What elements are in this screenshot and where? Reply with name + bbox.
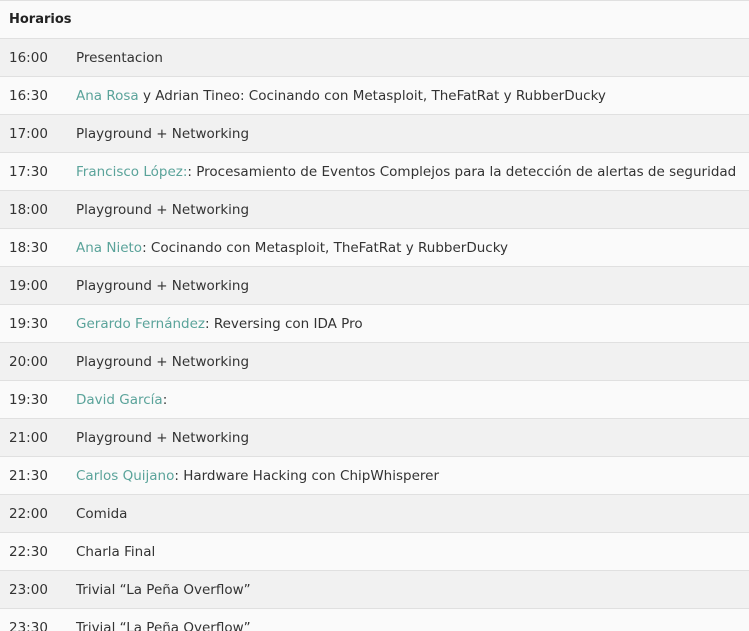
talk-text: : Hardware Hacking con ChipWhisperer [174, 467, 440, 484]
row-time: 16:30 [0, 76, 67, 115]
talk-text: Playground + Networking [76, 201, 250, 218]
table-row: 18:30 Ana Nieto: Cocinando con Metasploit… [0, 228, 749, 267]
row-time: 21:30 [0, 456, 67, 495]
talk-text: : [162, 391, 168, 408]
row-time: 20:00 [0, 342, 67, 381]
talk-text: Charla Final [76, 543, 156, 560]
row-time: 18:00 [0, 190, 67, 229]
speaker-link[interactable]: Francisco López: [76, 164, 187, 180]
talk-text: Playground + Networking [76, 429, 250, 446]
row-time: 22:00 [0, 494, 67, 533]
talk-text: Playground + Networking [76, 277, 250, 294]
row-talk: Charla Final [67, 532, 749, 571]
schedule-title: Horarios [0, 0, 749, 39]
table-row: 22:00 Comida [0, 494, 749, 533]
speaker-link[interactable]: David García [76, 392, 163, 408]
talk-text: y Adrian Tineo: Cocinando con Metasploit… [138, 87, 606, 104]
schedule-body: 16:00 Presentacion 16:30 Ana Rosa y Adrian … [0, 38, 749, 631]
row-time: 17:00 [0, 114, 67, 153]
table-row: 16:00 Presentacion [0, 38, 749, 77]
speaker-link[interactable]: Gerardo Fernández [76, 316, 205, 332]
row-talk: Playground + Networking [67, 114, 749, 153]
row-time: 19:00 [0, 266, 67, 305]
table-row: 20:00 Playground + Networking [0, 342, 749, 381]
talk-text: Playground + Networking [76, 125, 250, 142]
row-talk: Playground + Networking [67, 342, 749, 381]
row-talk: David García: [67, 380, 749, 419]
talk-text: Comida [76, 505, 128, 522]
row-time: 23:30 [0, 608, 67, 631]
row-talk: Playground + Networking [67, 418, 749, 457]
speaker-link[interactable]: Ana Rosa [76, 88, 139, 104]
row-time: 21:00 [0, 418, 67, 457]
table-row: 23:30 Trivial “La Peña Overflow” [0, 608, 749, 631]
table-row: 21:30 Carlos Quijano: Hardware Hacking co… [0, 456, 749, 495]
table-row: 19:30 Gerardo Fernández: Reversing con ID… [0, 304, 749, 343]
table-row: 17:30 Francisco López:: Procesamiento de … [0, 152, 749, 191]
talk-text: Trivial “La Peña Overflow” [76, 581, 251, 598]
speaker-link[interactable]: Ana Nieto [76, 240, 142, 256]
row-time: 19:30 [0, 380, 67, 419]
row-talk: Francisco López:: Procesamiento de Event… [67, 152, 749, 191]
row-time: 16:00 [0, 38, 67, 77]
schedule-table: Horarios 16:00 Presentacion 16:30 Ana Rosa … [0, 0, 749, 631]
table-row: 21:00 Playground + Networking [0, 418, 749, 457]
talk-text: Trivial “La Peña Overflow” [76, 619, 251, 631]
table-row: 23:00 Trivial “La Peña Overflow” [0, 570, 749, 609]
row-time: 17:30 [0, 152, 67, 191]
speaker-link[interactable]: Carlos Quijano [76, 468, 174, 484]
talk-text: Playground + Networking [76, 353, 250, 370]
table-row: 16:30 Ana Rosa y Adrian Tineo: Cocinando … [0, 76, 749, 115]
row-talk: Ana Nieto: Cocinando con Metasploit, The… [67, 228, 749, 267]
talk-text: Presentacion [76, 49, 163, 66]
talk-text: : Reversing con IDA Pro [205, 315, 363, 332]
talk-text: : Procesamiento de Eventos Complejos par… [187, 163, 737, 180]
row-talk: Playground + Networking [67, 190, 749, 229]
table-row: 18:00 Playground + Networking [0, 190, 749, 229]
row-talk: Presentacion [67, 38, 749, 77]
header-row: Horarios [0, 0, 749, 39]
row-time: 22:30 [0, 532, 67, 571]
talk-text: : Cocinando con Metasploit, TheFatRat y … [142, 239, 509, 256]
row-time: 18:30 [0, 228, 67, 267]
row-talk: Trivial “La Peña Overflow” [67, 570, 749, 609]
row-talk: Trivial “La Peña Overflow” [67, 608, 749, 631]
row-talk: Playground + Networking [67, 266, 749, 305]
row-talk: Carlos Quijano: Hardware Hacking con Chi… [67, 456, 749, 495]
row-time: 23:00 [0, 570, 67, 609]
row-talk: Gerardo Fernández: Reversing con IDA Pro [67, 304, 749, 343]
table-row: 19:30 David García: [0, 380, 749, 419]
table-row: 17:00 Playground + Networking [0, 114, 749, 153]
table-row: 22:30 Charla Final [0, 532, 749, 571]
row-time: 19:30 [0, 304, 67, 343]
row-talk: Ana Rosa y Adrian Tineo: Cocinando con M… [67, 76, 749, 115]
row-talk: Comida [67, 494, 749, 533]
schedule-header: Horarios [0, 0, 749, 39]
table-row: 19:00 Playground + Networking [0, 266, 749, 305]
